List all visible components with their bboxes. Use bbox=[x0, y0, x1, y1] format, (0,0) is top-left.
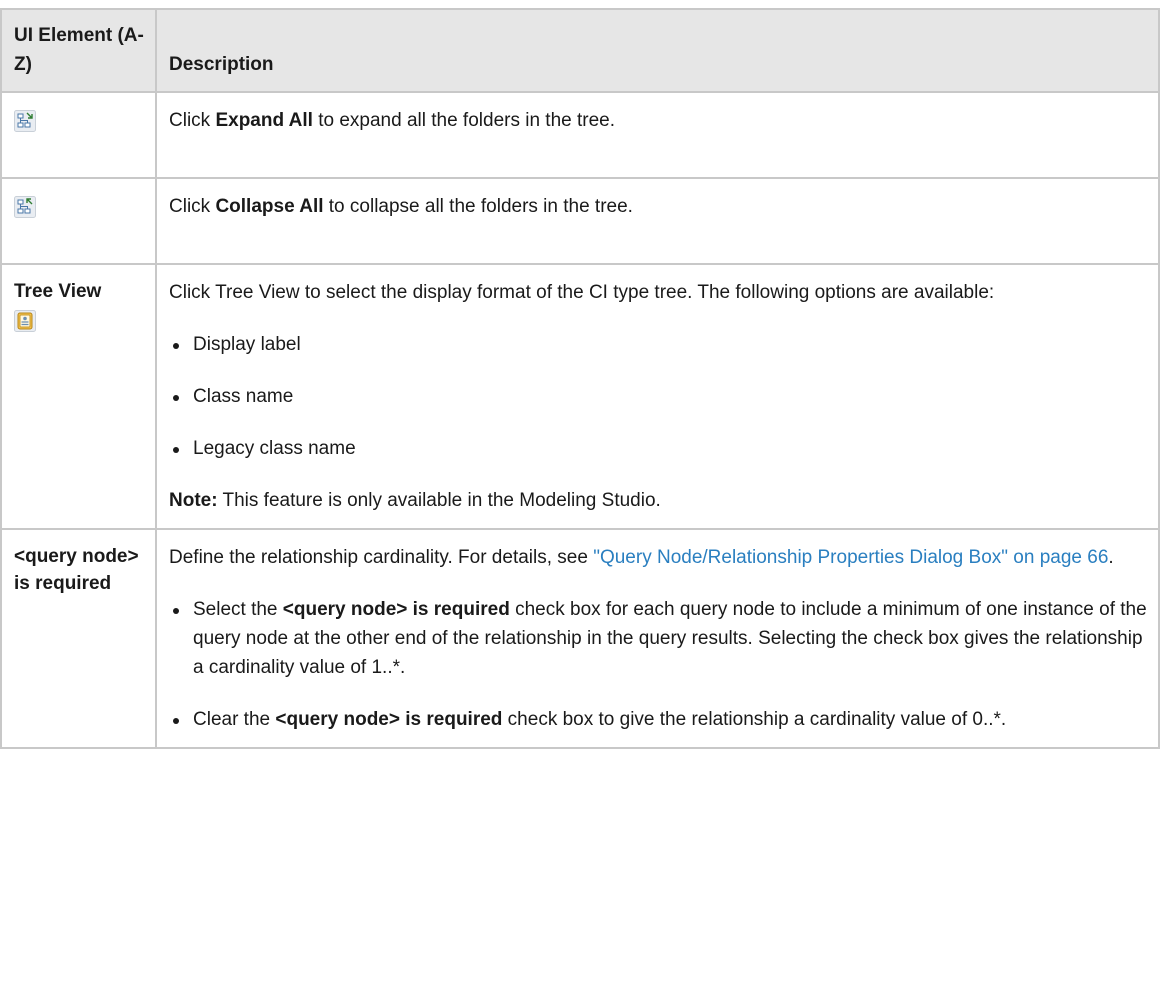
tree-view-note: Note: This feature is only available in … bbox=[169, 490, 661, 511]
collapse-all-label: Collapse All bbox=[215, 196, 324, 217]
list-item: Select the <query node> is required chec… bbox=[169, 595, 1148, 682]
collapse-all-icon bbox=[14, 195, 36, 218]
tree-view-label: Tree View bbox=[14, 281, 102, 302]
list-item: Class name bbox=[169, 382, 1148, 411]
description-cell: Define the relationship cardinality. For… bbox=[155, 528, 1160, 749]
tree-view-icon bbox=[14, 309, 36, 332]
header-description: Description bbox=[155, 8, 1160, 93]
expand-all-icon bbox=[14, 109, 36, 132]
list-item: Display label bbox=[169, 330, 1148, 359]
query-node-properties-link[interactable]: "Query Node/Relationship Properties Dial… bbox=[593, 547, 1108, 568]
description-cell: Click Tree View to select the display fo… bbox=[155, 263, 1160, 530]
table-row: Click Collapse All to collapse all the f… bbox=[0, 177, 1160, 265]
table-row: Click Expand All to expand all the folde… bbox=[0, 91, 1160, 179]
description-cell: Click Expand All to expand all the folde… bbox=[155, 91, 1160, 179]
description-cell: Click Collapse All to collapse all the f… bbox=[155, 177, 1160, 265]
tree-view-intro: Click Tree View to select the display fo… bbox=[169, 282, 995, 303]
query-node-required-label: <query node> is required bbox=[14, 546, 139, 594]
element-cell bbox=[0, 177, 157, 265]
table-header-row: UI Element (A-Z) Description bbox=[0, 8, 1160, 93]
element-cell bbox=[0, 91, 157, 179]
element-cell: <query node> is required bbox=[0, 528, 157, 749]
ui-element-table: UI Element (A-Z) Description Click Expan… bbox=[0, 8, 1160, 749]
header-ui-element: UI Element (A-Z) bbox=[0, 8, 157, 93]
cardinality-options-list: Select the <query node> is required chec… bbox=[169, 595, 1148, 734]
list-item: Clear the <query node> is required check… bbox=[169, 705, 1148, 734]
list-item: Legacy class name bbox=[169, 434, 1148, 463]
expand-all-label: Expand All bbox=[215, 110, 313, 131]
table-row: <query node> is required Define the rela… bbox=[0, 528, 1160, 749]
note-label: Note: bbox=[169, 490, 218, 511]
cardinality-intro: Define the relationship cardinality. For… bbox=[169, 547, 1114, 568]
table-row: Tree View Click Tree View to select the … bbox=[0, 263, 1160, 530]
tree-view-options-list: Display label Class name Legacy class na… bbox=[169, 330, 1148, 463]
element-cell: Tree View bbox=[0, 263, 157, 530]
